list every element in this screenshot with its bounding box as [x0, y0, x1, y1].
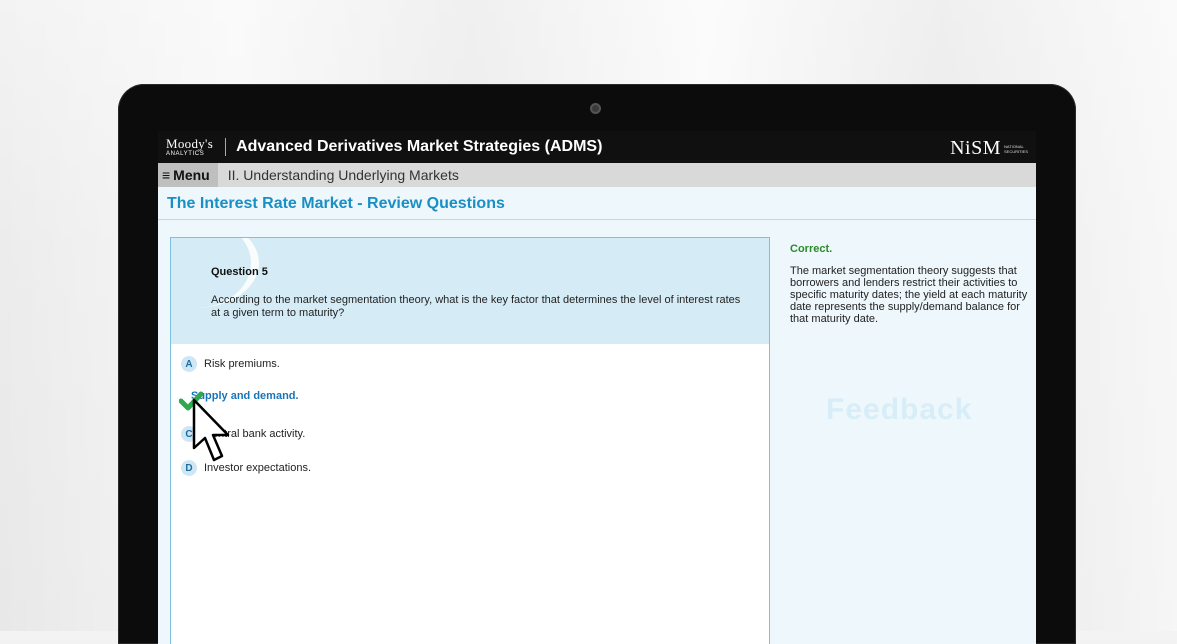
course-title: Advanced Derivatives Market Strategies (…: [236, 138, 603, 155]
laptop-frame: Moody's ANALYTICS Advanced Derivatives M…: [118, 84, 1076, 644]
feedback-panel: Correct. The market segmentation theory …: [790, 243, 1036, 325]
section-name: II. Understanding Underlying Markets: [227, 167, 459, 183]
menu-label: Menu: [173, 167, 210, 183]
feedback-watermark: Feedback: [826, 393, 973, 426]
option-a-label: Risk premiums.: [204, 358, 280, 370]
feedback-text: The market segmentation theory suggests …: [790, 265, 1028, 325]
course-screen: Moody's ANALYTICS Advanced Derivatives M…: [158, 131, 1036, 644]
menu-button[interactable]: ≡ Menu: [158, 163, 218, 187]
moodys-logo: Moody's ANALYTICS: [166, 136, 214, 157]
question-number: Question 5: [211, 266, 268, 278]
menu-bar: ≡ Menu II. Understanding Underlying Mark…: [158, 163, 1036, 187]
mouse-pointer-icon: [192, 398, 230, 462]
hamburger-icon: ≡: [162, 167, 171, 183]
title-divider: [225, 138, 227, 156]
question-text: According to the market segmentation the…: [211, 294, 741, 319]
top-bar: Moody's ANALYTICS Advanced Derivatives M…: [158, 131, 1036, 163]
option-a[interactable]: A Risk premiums.: [181, 356, 280, 372]
question-panel: Question 5 According to the market segme…: [170, 237, 770, 644]
feedback-status: Correct.: [790, 243, 833, 255]
question-header: Question 5 According to the market segme…: [171, 238, 769, 344]
nism-logo: NiSM NATIONAL SECURITIES: [950, 137, 1029, 159]
option-a-badge: A: [181, 356, 197, 372]
camera-icon: [590, 103, 601, 114]
page-title: The Interest Rate Market - Review Questi…: [158, 187, 1036, 220]
